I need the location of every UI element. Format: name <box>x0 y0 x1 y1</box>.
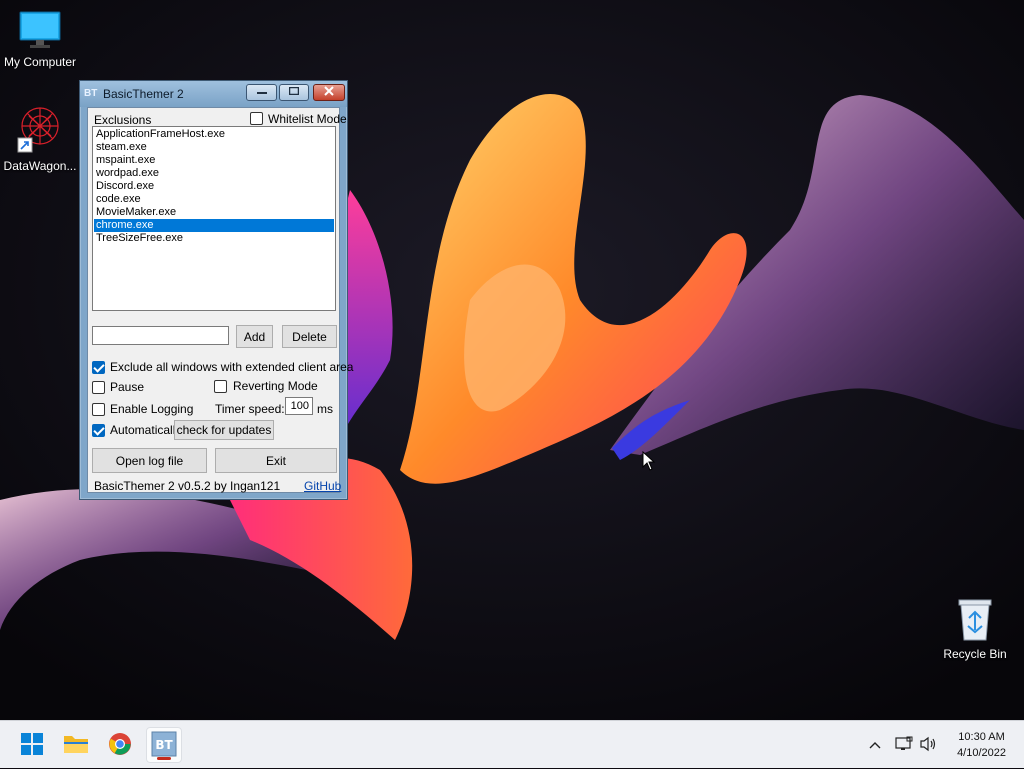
exit-button[interactable]: Exit <box>215 448 337 473</box>
taskbar: BT 10:30 AM 4/10/2022 <box>0 720 1024 768</box>
reverting-mode-label: Reverting Mode <box>233 379 318 393</box>
minimize-icon <box>256 87 267 98</box>
timer-speed-label: Timer speed: <box>215 402 285 416</box>
exclusion-list-item[interactable]: chrome.exe <box>94 219 334 232</box>
desktop-icon-label: My Computer <box>3 55 77 69</box>
exclusion-list-item[interactable]: TreeSizeFree.exe <box>94 232 334 245</box>
delete-button[interactable]: Delete <box>282 325 337 348</box>
desktop-icon-my-computer[interactable]: My Computer <box>0 10 80 69</box>
svg-text:BT: BT <box>155 738 173 752</box>
whitelist-mode-label: Whitelist Mode <box>268 112 347 126</box>
clock-date: 4/10/2022 <box>957 747 1006 759</box>
close-icon <box>324 86 334 99</box>
timer-speed-input[interactable] <box>285 397 313 415</box>
monitor-icon <box>0 10 80 53</box>
basicthemer-app-icon: BT <box>84 88 98 99</box>
taskbar-clock[interactable]: 10:30 AM 4/10/2022 <box>957 729 1006 761</box>
basicthemer-icon: BT <box>151 731 177 760</box>
exclusion-list-item[interactable]: MovieMaker.exe <box>94 206 334 219</box>
reverting-mode-checkbox[interactable] <box>214 380 227 393</box>
speaker-icon <box>920 736 938 755</box>
clock-time: 10:30 AM <box>958 731 1005 743</box>
version-text: BasicThemer 2 v0.5.2 by Ingan121 <box>94 479 281 493</box>
check-updates-button[interactable]: check for updates <box>174 420 274 440</box>
exclusion-list-item[interactable]: wordpad.exe <box>94 167 334 180</box>
tray-overflow-button[interactable] <box>864 721 886 769</box>
whitelist-mode-checkbox[interactable] <box>250 112 263 125</box>
pause-label: Pause <box>110 380 145 394</box>
pause-checkbox[interactable] <box>92 381 105 394</box>
auto-update-label: Automatically <box>110 423 182 437</box>
exclude-extended-checkbox[interactable] <box>92 361 105 374</box>
enable-logging-label: Enable Logging <box>110 402 194 416</box>
network-button[interactable] <box>892 721 916 769</box>
minimize-button[interactable] <box>246 84 277 101</box>
timer-unit-label: ms <box>317 402 333 416</box>
auto-update-checkbox[interactable] <box>92 424 105 437</box>
desktop-icon-recycle-bin[interactable]: Recycle Bin <box>935 596 1015 661</box>
exclusions-label: Exclusions <box>94 113 152 127</box>
basicthemer-window: BT BasicThemer 2 Exclusions Whitelist Mo… <box>79 80 353 500</box>
chrome-icon <box>108 732 132 759</box>
mouse-cursor-icon <box>642 450 656 474</box>
maximize-icon <box>288 86 300 98</box>
chrome-button[interactable] <box>102 727 138 763</box>
open-log-button[interactable]: Open log file <box>92 448 207 473</box>
recycle-bin-icon <box>935 596 1015 645</box>
start-button[interactable] <box>14 727 50 763</box>
basicthemer-taskbar-button[interactable]: BT <box>146 727 182 763</box>
window-title: BasicThemer 2 <box>103 87 184 101</box>
file-explorer-button[interactable] <box>58 727 94 763</box>
chevron-up-icon <box>869 738 881 752</box>
exclusion-list-item[interactable]: ApplicationFrameHost.exe <box>94 128 334 141</box>
network-icon <box>895 736 913 755</box>
volume-button[interactable] <box>917 721 941 769</box>
desktop-icon-label: DataWagon... <box>3 159 77 173</box>
active-indicator <box>157 757 171 760</box>
exclusion-list-item[interactable]: mspaint.exe <box>94 154 334 167</box>
datawagon-icon <box>0 104 80 157</box>
maximize-button[interactable] <box>279 84 309 101</box>
exclusion-list-item[interactable]: code.exe <box>94 193 334 206</box>
add-button[interactable]: Add <box>236 325 273 348</box>
enable-logging-checkbox[interactable] <box>92 403 105 416</box>
exclusions-listbox[interactable]: ApplicationFrameHost.exe steam.exe mspaint… <box>92 126 336 311</box>
window-titlebar[interactable]: BT BasicThemer 2 <box>80 81 347 107</box>
github-link[interactable]: GitHub <box>304 479 341 493</box>
folder-icon <box>63 733 89 758</box>
window-client-area: Exclusions Whitelist Mode ApplicationFra… <box>87 107 353 493</box>
close-button[interactable] <box>313 84 345 101</box>
desktop-icon-datawagon[interactable]: DataWagon... <box>0 104 80 173</box>
exclusion-list-item[interactable]: steam.exe <box>94 141 334 154</box>
exclude-extended-label: Exclude all windows with extended client… <box>110 360 354 374</box>
desktop-icon-label: Recycle Bin <box>943 647 1007 661</box>
new-exclusion-input[interactable] <box>92 326 229 345</box>
exclusion-list-item[interactable]: Discord.exe <box>94 180 334 193</box>
windows-logo-icon <box>20 732 44 759</box>
